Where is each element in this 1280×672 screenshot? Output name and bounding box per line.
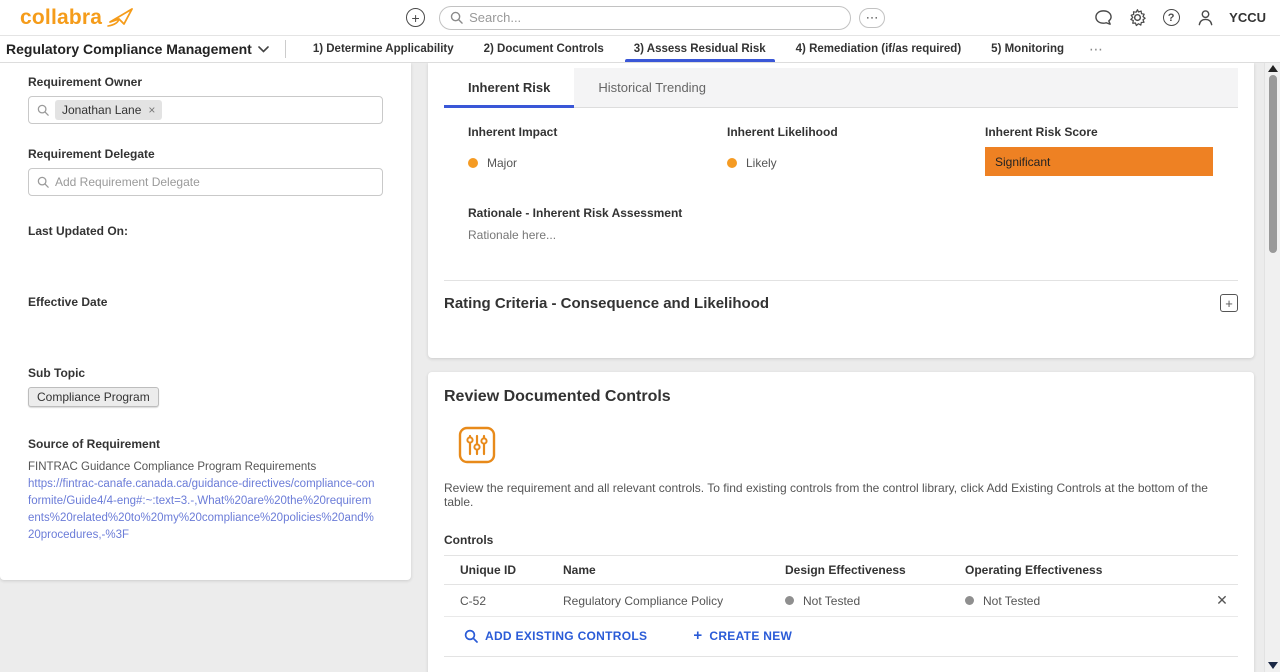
col-name: Name — [563, 563, 785, 577]
cell-name[interactable]: Regulatory Compliance Policy — [563, 594, 785, 608]
user-profile-icon[interactable] — [1195, 8, 1215, 28]
chip-remove-icon[interactable]: × — [148, 103, 155, 117]
requirement-delegate-input[interactable] — [55, 175, 374, 189]
controls-table-header: Unique ID Name Design Effectiveness Oper… — [444, 555, 1238, 585]
controls-sliders-icon — [458, 426, 1238, 464]
create-new-button[interactable]: + CREATE NEW — [693, 627, 792, 644]
logo-text: collabra — [20, 6, 102, 30]
source-text: FINTRAC Guidance Compliance Program Requ… — [28, 459, 376, 476]
step-document-controls[interactable]: 2) Document Controls — [469, 36, 619, 62]
workflow-title: Regulatory Compliance Management — [6, 41, 252, 57]
cell-unique-id[interactable]: C-52 — [460, 594, 563, 608]
source-link[interactable]: https://fintrac-canafe.canada.ca/guidanc… — [28, 476, 376, 544]
search-options-button[interactable]: ⋯ — [859, 8, 885, 28]
last-updated-label: Last Updated On: — [28, 224, 383, 238]
table-row[interactable]: C-52 Regulatory Compliance Policy Not Te… — [444, 585, 1238, 617]
step-monitoring[interactable]: 5) Monitoring — [976, 36, 1079, 62]
scrollbar-thumb[interactable] — [1269, 75, 1277, 253]
controls-table-label: Controls — [444, 533, 1238, 547]
controls-table: Unique ID Name Design Effectiveness Oper… — [444, 555, 1238, 657]
settings-gear-icon[interactable] — [1127, 8, 1147, 28]
cell-design-effectiveness: Not Tested — [785, 594, 965, 608]
impact-dot-icon — [468, 158, 478, 168]
rating-criteria-heading: Rating Criteria - Consequence and Likeli… — [444, 295, 769, 312]
status-dot-icon — [965, 596, 974, 605]
chevron-down-icon — [258, 46, 269, 53]
tab-inherent-risk[interactable]: Inherent Risk — [444, 68, 574, 107]
step-assess-residual-risk[interactable]: 3) Assess Residual Risk — [619, 36, 781, 62]
risk-tabstrip: Inherent Risk Historical Trending — [444, 68, 1238, 108]
step-remediation[interactable]: 4) Remediation (if/as required) — [781, 36, 977, 62]
rationale-label: Rationale - Inherent Risk Assessment — [468, 206, 1254, 220]
app-logo[interactable]: collabra — [20, 6, 136, 30]
inherent-risk-score-label: Inherent Risk Score — [985, 125, 1230, 139]
sub-topic-tag[interactable]: Compliance Program — [28, 387, 159, 407]
step-determine-applicability[interactable]: 1) Determine Applicability — [298, 36, 469, 62]
page-content: Requirement Owner Jonathan Lane × Requir… — [0, 63, 1264, 672]
remove-row-icon[interactable]: ✕ — [1206, 592, 1238, 609]
review-controls-description: Review the requirement and all relevant … — [444, 481, 1238, 509]
top-bar: collabra + ⋯ ? YCCU — [0, 0, 1280, 36]
search-icon — [464, 629, 478, 643]
review-controls-card: Review Documented Controls Review the re… — [428, 372, 1254, 672]
requirement-owner-field[interactable]: Jonathan Lane × — [28, 96, 383, 124]
rationale-text[interactable]: Rationale here... — [468, 228, 1254, 242]
nav-separator — [285, 40, 286, 58]
expand-rating-criteria-button[interactable]: + — [1220, 294, 1238, 312]
section-divider — [444, 280, 1238, 281]
source-of-requirement-label: Source of Requirement — [28, 437, 383, 451]
global-search[interactable] — [439, 6, 851, 30]
requirement-details-panel: Requirement Owner Jonathan Lane × Requir… — [0, 63, 411, 580]
requirement-delegate-field[interactable] — [28, 168, 383, 196]
col-operating-effectiveness: Operating Effectiveness — [965, 563, 1206, 577]
create-new-button[interactable]: + — [406, 8, 425, 27]
topbar-actions: ? YCCU — [1093, 8, 1266, 28]
col-design-effectiveness: Design Effectiveness — [785, 563, 965, 577]
add-existing-controls-button[interactable]: ADD EXISTING CONTROLS — [464, 629, 647, 643]
inherent-likelihood-value[interactable]: Likely — [727, 156, 985, 170]
requirement-owner-label: Requirement Owner — [28, 75, 383, 89]
owner-chip: Jonathan Lane × — [55, 100, 162, 120]
sub-topic-label: Sub Topic — [28, 366, 383, 380]
scroll-down-arrow-icon[interactable] — [1268, 662, 1278, 669]
col-unique-id: Unique ID — [460, 563, 563, 577]
requirement-delegate-label: Requirement Delegate — [28, 147, 383, 161]
scroll-up-arrow-icon[interactable] — [1268, 65, 1278, 72]
effective-date-label: Effective Date — [28, 295, 383, 309]
search-icon — [450, 11, 463, 24]
plus-icon: + — [693, 627, 702, 644]
review-controls-heading: Review Documented Controls — [444, 388, 1238, 406]
inherent-impact-value[interactable]: Major — [468, 156, 727, 170]
likelihood-dot-icon — [727, 158, 737, 168]
steps-overflow-button[interactable]: ⋯ — [1079, 36, 1114, 62]
cell-operating-effectiveness: Not Tested — [965, 594, 1206, 608]
chat-icon[interactable] — [1093, 8, 1113, 28]
workflow-title-dropdown[interactable]: Regulatory Compliance Management — [6, 36, 269, 62]
inherent-risk-score-badge: Significant — [985, 147, 1213, 176]
search-icon — [37, 176, 49, 188]
page-scrollbar[interactable] — [1264, 63, 1280, 672]
workflow-nav-bar: Regulatory Compliance Management 1) Dete… — [0, 36, 1280, 63]
paper-plane-icon — [106, 6, 136, 30]
inherent-impact-label: Inherent Impact — [468, 125, 727, 139]
inherent-likelihood-label: Inherent Likelihood — [727, 125, 985, 139]
tab-historical-trending[interactable]: Historical Trending — [574, 68, 730, 107]
status-dot-icon — [785, 596, 794, 605]
inherent-risk-card: Inherent Risk Historical Trending Inhere… — [428, 63, 1254, 358]
search-icon — [37, 104, 49, 116]
owner-chip-label: Jonathan Lane — [62, 103, 141, 117]
search-input[interactable] — [469, 10, 840, 25]
username-label[interactable]: YCCU — [1229, 10, 1266, 25]
help-icon[interactable]: ? — [1161, 8, 1181, 28]
